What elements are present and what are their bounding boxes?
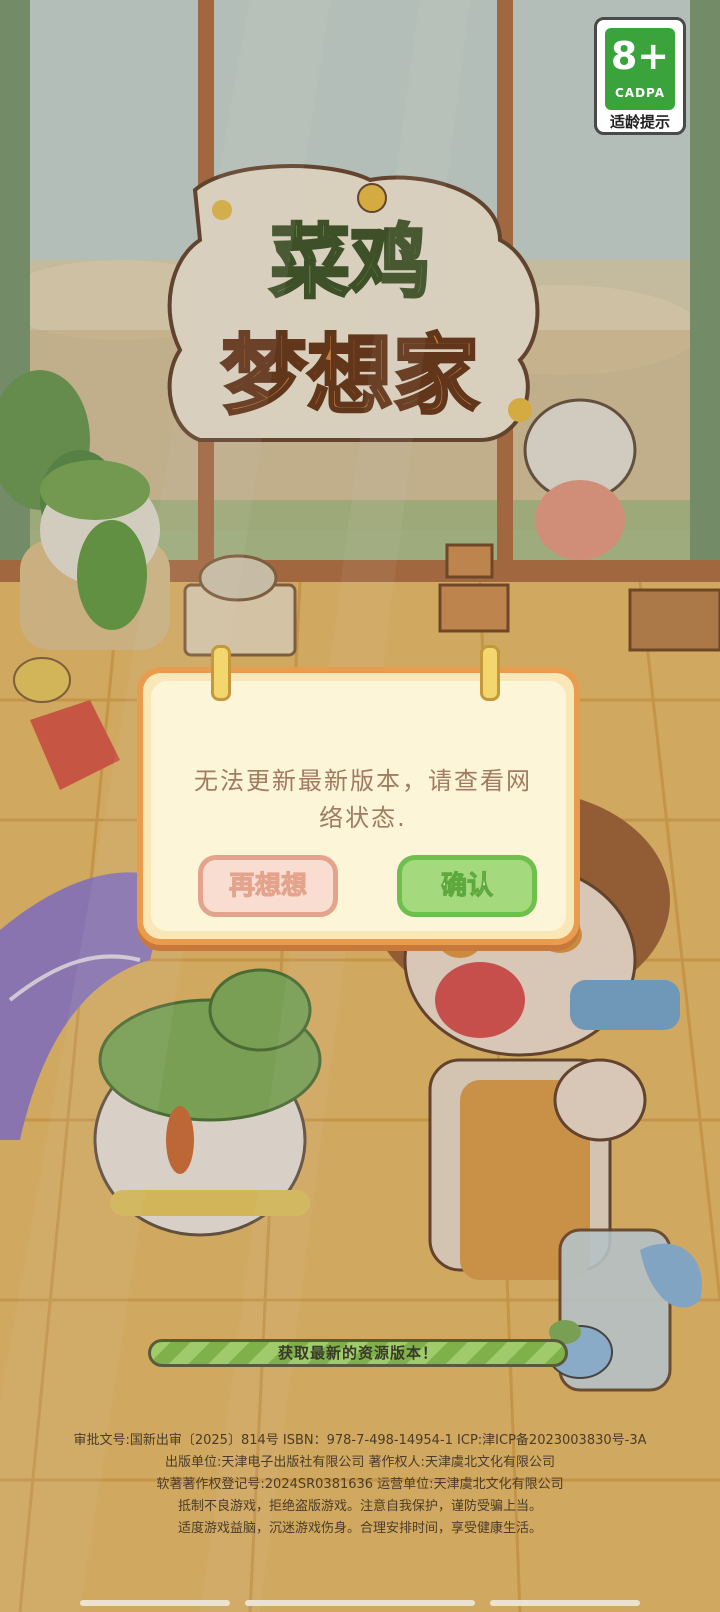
dialog-hanger-right-icon	[480, 645, 500, 701]
age-rating-icon: 8+ CADPA	[605, 28, 675, 110]
legal-line-approval: 审批文号:国新出审〔2025〕814号 ISBN：978-7-498-14954…	[73, 1433, 647, 1448]
age-rating-tip: 适龄提示	[609, 113, 670, 131]
age-rating-badge: 8+ CADPA 适龄提示	[594, 17, 686, 135]
update-failed-dialog: 无法更新最新版本，请查看网络状态. 再想想 确认	[137, 645, 580, 945]
dialog-message: 无法更新最新版本，请查看网络状态.	[194, 767, 532, 832]
age-rating-number: 8+	[610, 34, 670, 78]
legal-line-health-advice-1: 抵制不良游戏，拒绝盗版游戏。注意自我保护，谨防受骗上当。	[177, 1499, 542, 1514]
confirm-button[interactable]: 确认	[397, 855, 537, 917]
dialog-hanger-left-icon	[211, 645, 231, 701]
legal-line-publisher: 出版单位:天津电子出版社有限公司 著作权人:天津虞北文化有限公司	[165, 1455, 555, 1470]
legal-line-copyright: 软著著作权登记号:2024SR0381636 运营单位:天津虞北文化有限公司	[156, 1477, 564, 1492]
loading-progress-bar: 获取最新的资源版本！	[148, 1339, 568, 1367]
legal-line-health-advice-2: 适度游戏益脑，沉迷游戏伤身。合理安排时间，享受健康生活。	[177, 1521, 542, 1536]
loading-status-text: 获取最新的资源版本！	[277, 1344, 438, 1362]
nav-gesture-bar-right	[490, 1600, 640, 1606]
age-rating-org: CADPA	[614, 86, 666, 100]
legal-notice: 审批文号:国新出审〔2025〕814号 ISBN：978-7-498-14954…	[0, 1430, 720, 1540]
nav-gesture-bar-center[interactable]	[245, 1600, 475, 1606]
cancel-button[interactable]: 再想想	[198, 855, 338, 917]
nav-gesture-bar-left	[80, 1600, 230, 1606]
